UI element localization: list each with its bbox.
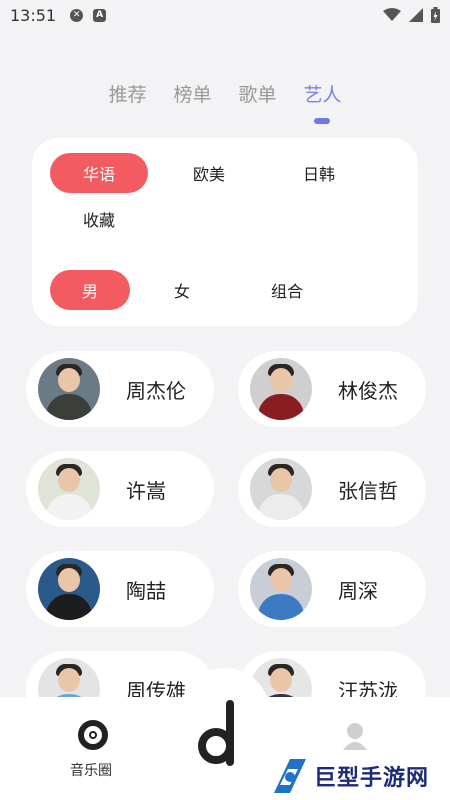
- artist-filter-card: 华语 欧美 日韩 收藏 男 女 组合: [32, 138, 418, 326]
- filter-region-western[interactable]: 欧美: [160, 153, 258, 193]
- signal-icon: [409, 8, 423, 22]
- disc-icon[interactable]: [78, 720, 108, 750]
- nav-label-music-circle[interactable]: 音乐圈: [70, 760, 112, 780]
- notification-icon: ✕: [70, 8, 84, 22]
- artist-name: 林俊杰: [338, 378, 398, 403]
- filter-gender-female[interactable]: 女: [142, 270, 222, 310]
- avatar: [38, 558, 100, 620]
- artist-name: 许嵩: [126, 478, 166, 503]
- filter-gender-male[interactable]: 男: [50, 270, 130, 310]
- filter-favorites[interactable]: 收藏: [50, 199, 148, 239]
- artist-name: 陶喆: [126, 578, 166, 603]
- app-notification-icon: A: [93, 8, 107, 22]
- watermark-logo-icon: [274, 759, 306, 793]
- artist-card[interactable]: 张信哲: [238, 451, 426, 527]
- person-icon[interactable]: [342, 722, 368, 750]
- tab-recommend[interactable]: 推荐: [95, 80, 160, 107]
- artist-card[interactable]: 周深: [238, 551, 426, 627]
- tab-playlists[interactable]: 歌单: [225, 80, 290, 107]
- watermark: 巨型手游网: [262, 752, 450, 800]
- tab-artists[interactable]: 艺人: [290, 80, 355, 107]
- status-bar: 13:51 ✕ A: [0, 0, 450, 30]
- avatar: [250, 558, 312, 620]
- battery-icon: [431, 7, 440, 23]
- status-time: 13:51: [10, 5, 57, 25]
- artist-name: 周杰伦: [126, 378, 186, 403]
- active-tab-indicator: [314, 118, 330, 124]
- wifi-icon: [383, 8, 401, 21]
- filter-region-chinese[interactable]: 华语: [50, 153, 148, 193]
- watermark-text: 巨型手游网: [314, 766, 430, 791]
- tab-charts[interactable]: 榜单: [160, 80, 225, 107]
- avatar: [250, 458, 312, 520]
- filter-region-jpkr[interactable]: 日韩: [270, 153, 368, 193]
- artist-card[interactable]: 周杰伦: [26, 351, 214, 427]
- filter-gender-group[interactable]: 组合: [242, 270, 332, 310]
- avatar: [38, 458, 100, 520]
- avatar: [250, 358, 312, 420]
- artist-card[interactable]: 许嵩: [26, 451, 214, 527]
- d-logo-icon[interactable]: [198, 700, 244, 766]
- top-tabs: 推荐 榜单 歌单 艺人: [0, 80, 450, 107]
- avatar: [38, 358, 100, 420]
- artist-name: 张信哲: [338, 478, 398, 503]
- artist-card[interactable]: 陶喆: [26, 551, 214, 627]
- artist-name: 周深: [338, 578, 378, 603]
- artist-card[interactable]: 林俊杰: [238, 351, 426, 427]
